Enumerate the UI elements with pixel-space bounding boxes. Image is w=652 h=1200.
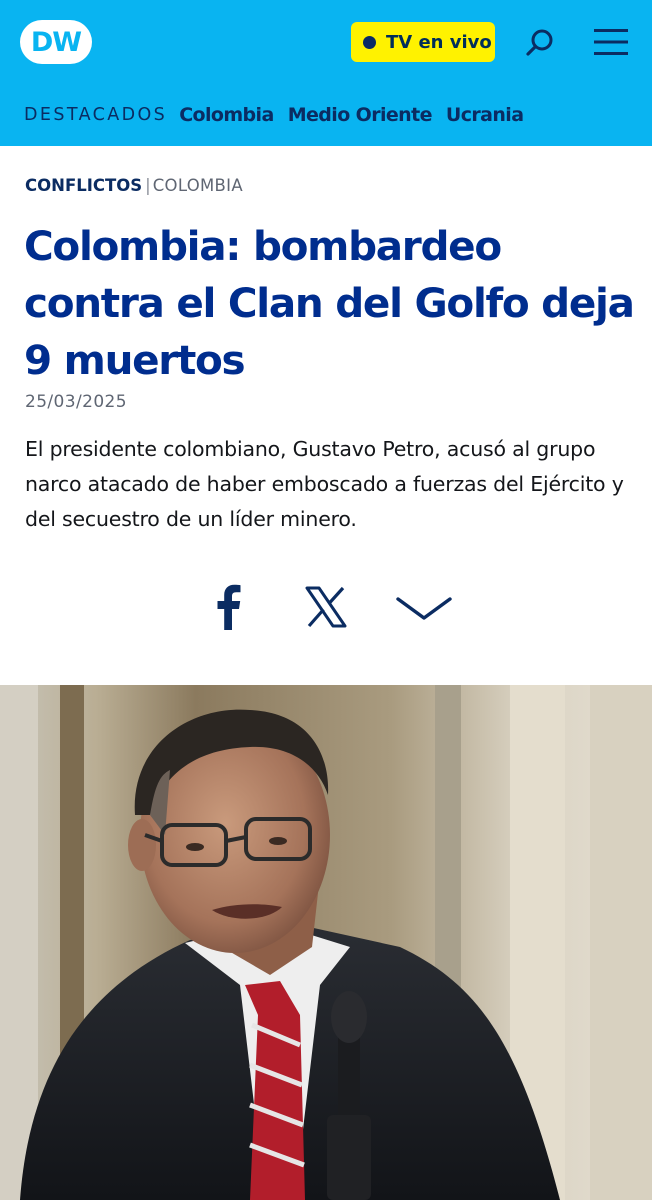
tv-live-label: TV en vivo	[386, 31, 492, 53]
chevron-down-icon[interactable]	[394, 590, 454, 626]
hamburger-menu-icon[interactable]	[590, 22, 632, 62]
dw-article-page: DW TV en vivo DESTACADOS Colombia Medio …	[0, 0, 652, 1200]
article-headline: Colombia: bombardeo contra el Clan del G…	[24, 222, 635, 384]
tv-live-button[interactable]: TV en vivo	[351, 22, 495, 62]
article-photo	[0, 685, 652, 1200]
article-lead: El presidente colombiano, Gustavo Petro,…	[25, 437, 624, 531]
search-icon[interactable]	[522, 24, 560, 62]
nav-link-colombia[interactable]: Colombia	[179, 104, 274, 126]
category-link[interactable]: CONFLICTOS	[25, 176, 142, 195]
nav-label: DESTACADOS	[24, 105, 168, 125]
nav-link-medio-oriente[interactable]: Medio Oriente	[288, 104, 433, 126]
live-dot-icon	[363, 35, 376, 49]
kicker-separator: |	[145, 176, 151, 195]
article-date: 25/03/2025	[25, 392, 127, 412]
article-kicker: CONFLICTOS | COLOMBIA	[25, 176, 243, 195]
facebook-icon[interactable]	[208, 582, 250, 632]
top-header: DW TV en vivo	[0, 0, 652, 84]
subcategory-link[interactable]: COLOMBIA	[153, 176, 243, 195]
highlights-nav: DESTACADOS Colombia Medio Oriente Ucrani…	[0, 84, 652, 146]
nav-link-ucrania[interactable]: Ucrania	[446, 104, 524, 126]
logo-text: DW	[30, 26, 82, 58]
x-icon[interactable]	[304, 586, 348, 628]
dw-logo[interactable]: DW	[20, 20, 92, 64]
